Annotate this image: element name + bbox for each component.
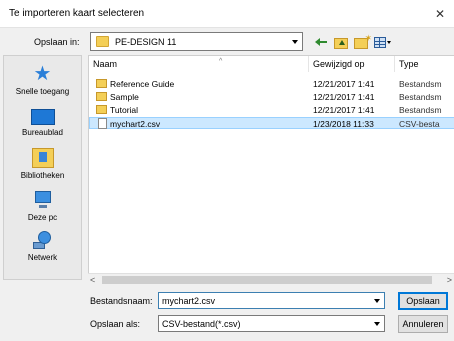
place-label: Bibliotheken (20, 171, 65, 180)
up-folder-icon[interactable] (334, 37, 348, 49)
file-name: Sample (110, 92, 139, 102)
file-type: Bestandsm (399, 79, 442, 89)
folder-icon (96, 92, 107, 101)
desktop-icon (30, 109, 55, 125)
back-icon[interactable] (314, 35, 328, 49)
scroll-thumb[interactable] (102, 276, 432, 284)
network-icon (32, 230, 54, 250)
new-folder-icon[interactable] (354, 33, 372, 49)
look-in-label: Opslaan in: (34, 37, 80, 47)
places-bar: ★ Snelle toegang Bureaublad Bibliotheken… (3, 55, 82, 280)
dropdown-button[interactable] (287, 33, 302, 50)
column-header-type[interactable]: Type (397, 56, 454, 72)
toolbar (314, 33, 394, 50)
file-icon (98, 118, 107, 129)
filetype-dropdown[interactable]: CSV-bestand(*.csv) (158, 315, 385, 332)
chevron-down-icon (374, 321, 380, 326)
file-name: Tutorial (110, 105, 139, 115)
window-title: Te importeren kaart selecteren (9, 8, 145, 19)
filename-field[interactable]: mychart2.csv (158, 292, 385, 309)
this-pc-icon (32, 190, 54, 210)
filename-label: Bestandsnaam: (90, 296, 153, 306)
save-button[interactable]: Opslaan (398, 292, 448, 310)
place-this-pc[interactable]: Deze pc (4, 190, 81, 222)
folder-icon (96, 36, 109, 47)
filename-value: mychart2.csv (162, 296, 216, 306)
cancel-button[interactable]: Annuleren (398, 315, 448, 333)
folder-icon (96, 105, 107, 114)
libraries-icon (31, 148, 54, 168)
chevron-down-icon (374, 298, 380, 303)
place-label: Deze pc (27, 213, 58, 222)
place-label: Netwerk (27, 253, 58, 262)
filetype-value: CSV-bestand(*.csv) (162, 319, 241, 329)
file-modified: 12/21/2017 1:41 (313, 92, 375, 102)
file-name: mychart2.csv (110, 119, 161, 129)
file-list[interactable]: Naam ^ Gewijzigd op Type Reference Guide… (88, 55, 454, 280)
file-modified: 1/23/2018 11:33 (313, 119, 374, 129)
sort-ascending-icon: ^ (219, 58, 223, 65)
horizontal-scrollbar[interactable]: < > (88, 273, 454, 285)
file-modified: 12/21/2017 1:41 (313, 79, 375, 89)
filetype-label: Opslaan als: (90, 319, 141, 329)
look-in-dropdown[interactable]: PE-DESIGN 11 (90, 32, 303, 51)
file-row[interactable]: Reference Guide 12/21/2017 1:41 Bestands… (89, 78, 454, 90)
file-type: Bestandsm (399, 92, 442, 102)
scroll-left-icon[interactable]: < (90, 274, 95, 286)
file-name: Reference Guide (110, 79, 175, 89)
column-header-name[interactable]: Naam (89, 56, 309, 72)
file-type: Bestandsm (399, 105, 442, 115)
file-modified: 12/21/2017 1:41 (313, 105, 375, 115)
quick-access-icon: ★ (33, 63, 52, 85)
close-button[interactable]: ✕ (426, 0, 454, 28)
scroll-right-icon[interactable]: > (447, 274, 452, 286)
place-libraries[interactable]: Bibliotheken (4, 148, 81, 180)
filetype-dropdown-button[interactable] (369, 316, 384, 331)
file-row-selected[interactable]: mychart2.csv 1/23/2018 11:33 CSV-besta (89, 117, 454, 129)
file-row[interactable]: Sample 12/21/2017 1:41 Bestandsm (89, 91, 454, 103)
column-header-modified[interactable]: Gewijzigd op (311, 56, 395, 72)
place-desktop[interactable]: Bureaublad (4, 107, 81, 137)
file-type: CSV-besta (399, 119, 440, 129)
place-quick-access[interactable]: ★ Snelle toegang (4, 64, 81, 96)
place-label: Snelle toegang (15, 87, 70, 96)
file-row[interactable]: Tutorial 12/21/2017 1:41 Bestandsm (89, 104, 454, 116)
view-menu-icon[interactable] (374, 35, 394, 49)
look-in-value: PE-DESIGN 11 (115, 37, 177, 47)
title-bar: Te importeren kaart selecteren ✕ (0, 0, 454, 28)
chevron-down-icon (292, 39, 298, 44)
folder-icon (96, 79, 107, 88)
place-label: Bureaublad (22, 128, 63, 137)
filename-dropdown-button[interactable] (369, 293, 384, 308)
place-network[interactable]: Netwerk (4, 230, 81, 262)
